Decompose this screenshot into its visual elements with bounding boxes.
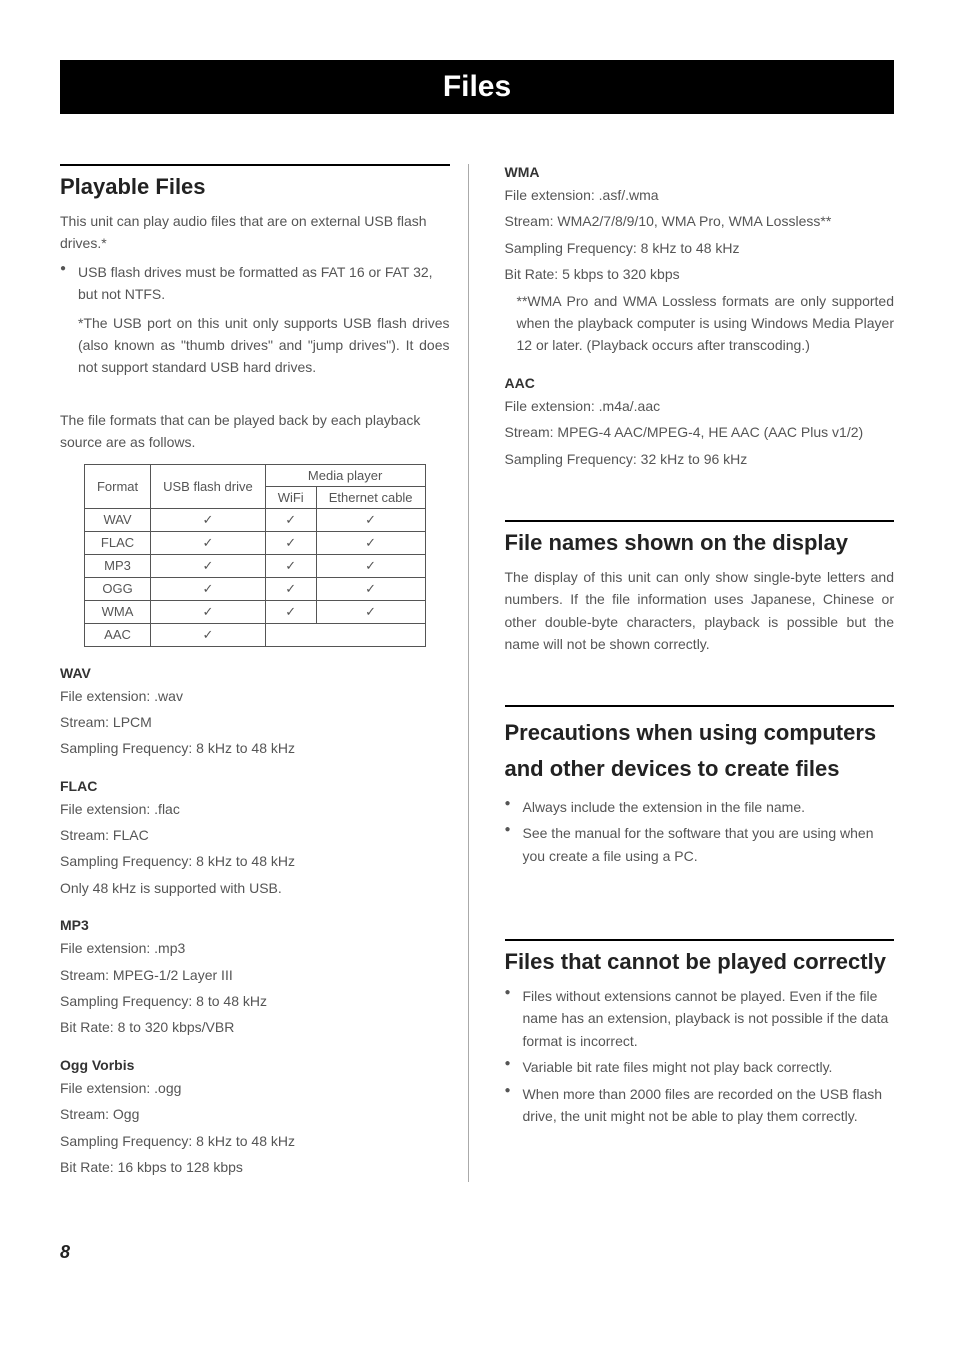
precaution-extension: Always include the extension in the file… <box>505 796 895 818</box>
wma-bitrate: Bit Rate: 5 kbps to 320 kbps <box>505 263 895 285</box>
cannot-play-heading: Files that cannot be played correctly <box>505 939 895 975</box>
aac-stream: Stream: MPEG-4 AAC/MPEG-4, HE AAC (AAC P… <box>505 421 895 443</box>
playable-files-heading: Playable Files <box>60 164 450 200</box>
wma-stream: Stream: WMA2/7/8/9/10, WMA Pro, WMA Loss… <box>505 210 895 232</box>
ogg-heading: Ogg Vorbis <box>60 1057 450 1073</box>
table-row: MP3✓✓✓ <box>84 554 425 577</box>
wav-ext: File extension: .wav <box>60 685 450 707</box>
flac-freq: Sampling Frequency: 8 kHz to 48 kHz <box>60 850 450 872</box>
th-wifi: WiFi <box>265 486 316 508</box>
left-column: Playable Files This unit can play audio … <box>60 164 469 1182</box>
format-support-table: Format USB flash drive Media player WiFi… <box>84 464 426 647</box>
th-format: Format <box>84 464 150 508</box>
right-column: WMA File extension: .asf/.wma Stream: WM… <box>487 164 895 1182</box>
flac-stream: Stream: FLAC <box>60 824 450 846</box>
ogg-freq: Sampling Frequency: 8 kHz to 48 kHz <box>60 1130 450 1152</box>
usb-port-footnote: *The USB port on this unit only supports… <box>78 312 450 379</box>
th-media-player: Media player <box>265 464 425 486</box>
wma-lossless-note: **WMA Pro and WMA Lossless formats are o… <box>505 290 895 357</box>
mp3-freq: Sampling Frequency: 8 to 48 kHz <box>60 990 450 1012</box>
aac-heading: AAC <box>505 375 895 391</box>
precautions-heading-l2: and other devices to create files <box>505 756 840 781</box>
flac-ext: File extension: .flac <box>60 798 450 820</box>
playable-files-intro: This unit can play audio files that are … <box>60 210 450 255</box>
filenames-body: The display of this unit can only show s… <box>505 566 895 656</box>
wma-heading: WMA <box>505 164 895 180</box>
precautions-heading: Precautions when using computers and oth… <box>505 705 895 785</box>
mp3-bitrate: Bit Rate: 8 to 320 kbps/VBR <box>60 1016 450 1038</box>
mp3-heading: MP3 <box>60 917 450 933</box>
wma-ext: File extension: .asf/.wma <box>505 184 895 206</box>
formats-intro: The file formats that can be played back… <box>60 409 450 454</box>
aac-ext: File extension: .m4a/.aac <box>505 395 895 417</box>
wav-stream: Stream: LPCM <box>60 711 450 733</box>
usb-format-note: USB flash drives must be formatted as FA… <box>60 261 450 306</box>
page-title-bar: Files <box>60 60 894 114</box>
ogg-ext: File extension: .ogg <box>60 1077 450 1099</box>
cannot-2000-files: When more than 2000 files are recorded o… <box>505 1083 895 1128</box>
flac-usb-note: Only 48 kHz is supported with USB. <box>60 877 450 899</box>
cannot-no-extension: Files without extensions cannot be playe… <box>505 985 895 1052</box>
table-row: AAC✓ <box>84 623 425 646</box>
filenames-heading: File names shown on the display <box>505 520 895 556</box>
wav-heading: WAV <box>60 665 450 681</box>
wav-freq: Sampling Frequency: 8 kHz to 48 kHz <box>60 737 450 759</box>
table-row: FLAC✓✓✓ <box>84 531 425 554</box>
mp3-ext: File extension: .mp3 <box>60 937 450 959</box>
th-eth: Ethernet cable <box>316 486 425 508</box>
th-usb: USB flash drive <box>151 464 266 508</box>
precaution-manual: See the manual for the software that you… <box>505 822 895 867</box>
table-row: OGG✓✓✓ <box>84 577 425 600</box>
table-row: WAV✓✓✓ <box>84 508 425 531</box>
flac-heading: FLAC <box>60 778 450 794</box>
wma-freq: Sampling Frequency: 8 kHz to 48 kHz <box>505 237 895 259</box>
ogg-bitrate: Bit Rate: 16 kbps to 128 kbps <box>60 1156 450 1178</box>
cannot-vbr: Variable bit rate files might not play b… <box>505 1056 895 1078</box>
table-row: WMA✓✓✓ <box>84 600 425 623</box>
precautions-heading-l1: Precautions when using computers <box>505 720 877 745</box>
ogg-stream: Stream: Ogg <box>60 1103 450 1125</box>
mp3-stream: Stream: MPEG-1/2 Layer III <box>60 964 450 986</box>
aac-freq: Sampling Frequency: 32 kHz to 96 kHz <box>505 448 895 470</box>
page-number: 8 <box>60 1242 894 1263</box>
